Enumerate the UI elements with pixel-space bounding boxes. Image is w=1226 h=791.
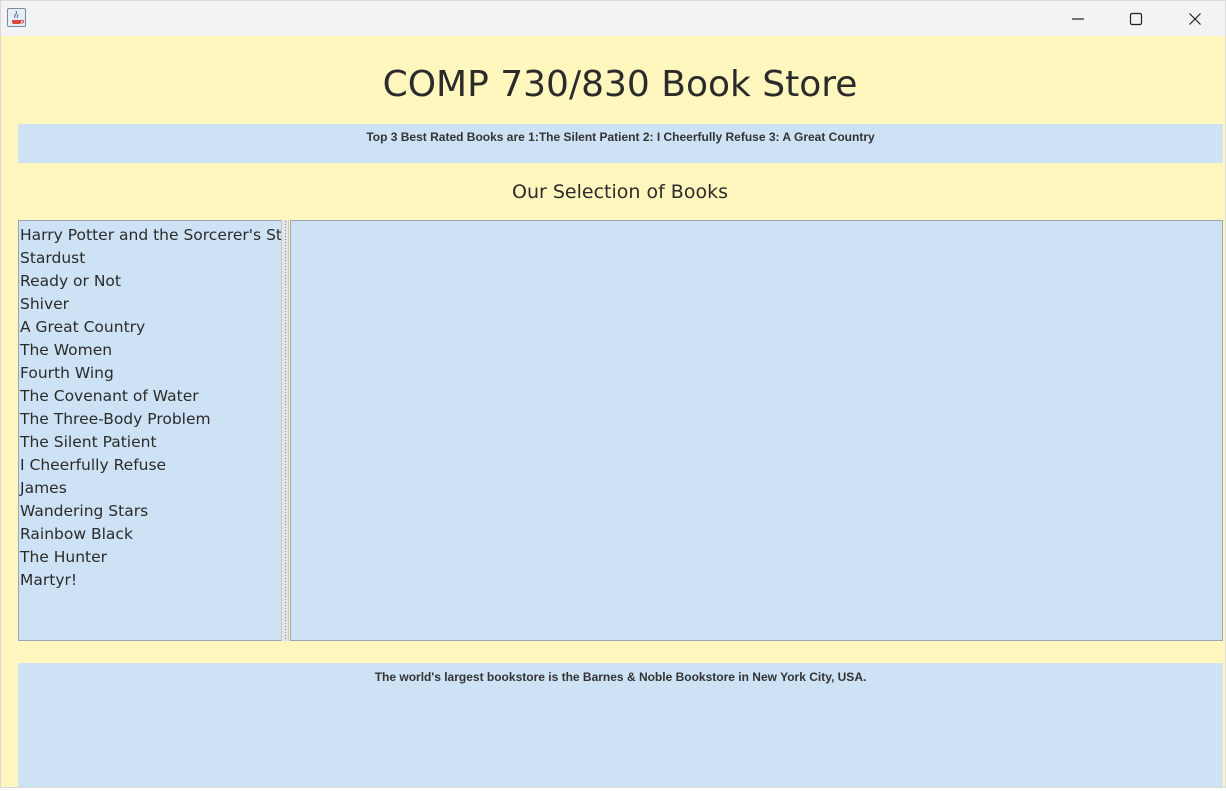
java-app-icon[interactable] bbox=[7, 8, 26, 27]
book-detail-panel bbox=[290, 220, 1223, 641]
book-list-item[interactable]: Fourth Wing bbox=[19, 362, 281, 385]
app-window: COMP 730/830 Book Store Top 3 Best Rated… bbox=[0, 0, 1226, 788]
page-title: COMP 730/830 Book Store bbox=[382, 64, 858, 105]
title-bar[interactable] bbox=[1, 1, 1225, 36]
split-pane-divider[interactable] bbox=[281, 220, 289, 641]
book-list-item[interactable]: Shiver bbox=[19, 293, 281, 316]
maximize-button[interactable] bbox=[1107, 1, 1165, 36]
maximize-icon bbox=[1129, 12, 1143, 25]
book-list-item[interactable]: Wandering Stars bbox=[19, 500, 281, 523]
minimize-button[interactable] bbox=[1049, 1, 1107, 36]
book-list-item[interactable]: The Covenant of Water bbox=[19, 385, 281, 408]
book-list-item[interactable]: Rainbow Black bbox=[19, 523, 281, 546]
minimize-icon bbox=[1072, 17, 1084, 20]
book-list-item[interactable]: Harry Potter and the Sorcerer's Stone bbox=[19, 224, 281, 247]
book-list-item[interactable]: Stardust bbox=[19, 247, 281, 270]
fact-banner: The world's largest bookstore is the Bar… bbox=[18, 663, 1223, 787]
book-list-item[interactable]: I Cheerfully Refuse bbox=[19, 454, 281, 477]
book-list-item[interactable]: The Silent Patient bbox=[19, 431, 281, 454]
book-list-items: Harry Potter and the Sorcerer's StoneSta… bbox=[19, 221, 281, 592]
book-list-item[interactable]: The Three-Body Problem bbox=[19, 408, 281, 431]
close-icon bbox=[1189, 12, 1201, 25]
selection-heading: Our Selection of Books bbox=[512, 181, 728, 203]
top-rated-text: Top 3 Best Rated Books are 1:The Silent … bbox=[366, 130, 875, 144]
book-list-item[interactable]: A Great Country bbox=[19, 316, 281, 339]
book-list-item[interactable]: The Hunter bbox=[19, 546, 281, 569]
book-list[interactable]: Harry Potter and the Sorcerer's StoneSta… bbox=[18, 220, 281, 641]
book-list-item[interactable]: The Women bbox=[19, 339, 281, 362]
top-rated-banner: Top 3 Best Rated Books are 1:The Silent … bbox=[18, 124, 1223, 163]
divider-grip bbox=[284, 220, 287, 641]
book-list-item[interactable]: James bbox=[19, 477, 281, 500]
close-button[interactable] bbox=[1166, 1, 1224, 36]
book-list-item[interactable]: Martyr! bbox=[19, 569, 281, 592]
fact-text: The world's largest bookstore is the Bar… bbox=[374, 670, 867, 684]
book-list-item[interactable]: Ready or Not bbox=[19, 270, 281, 293]
